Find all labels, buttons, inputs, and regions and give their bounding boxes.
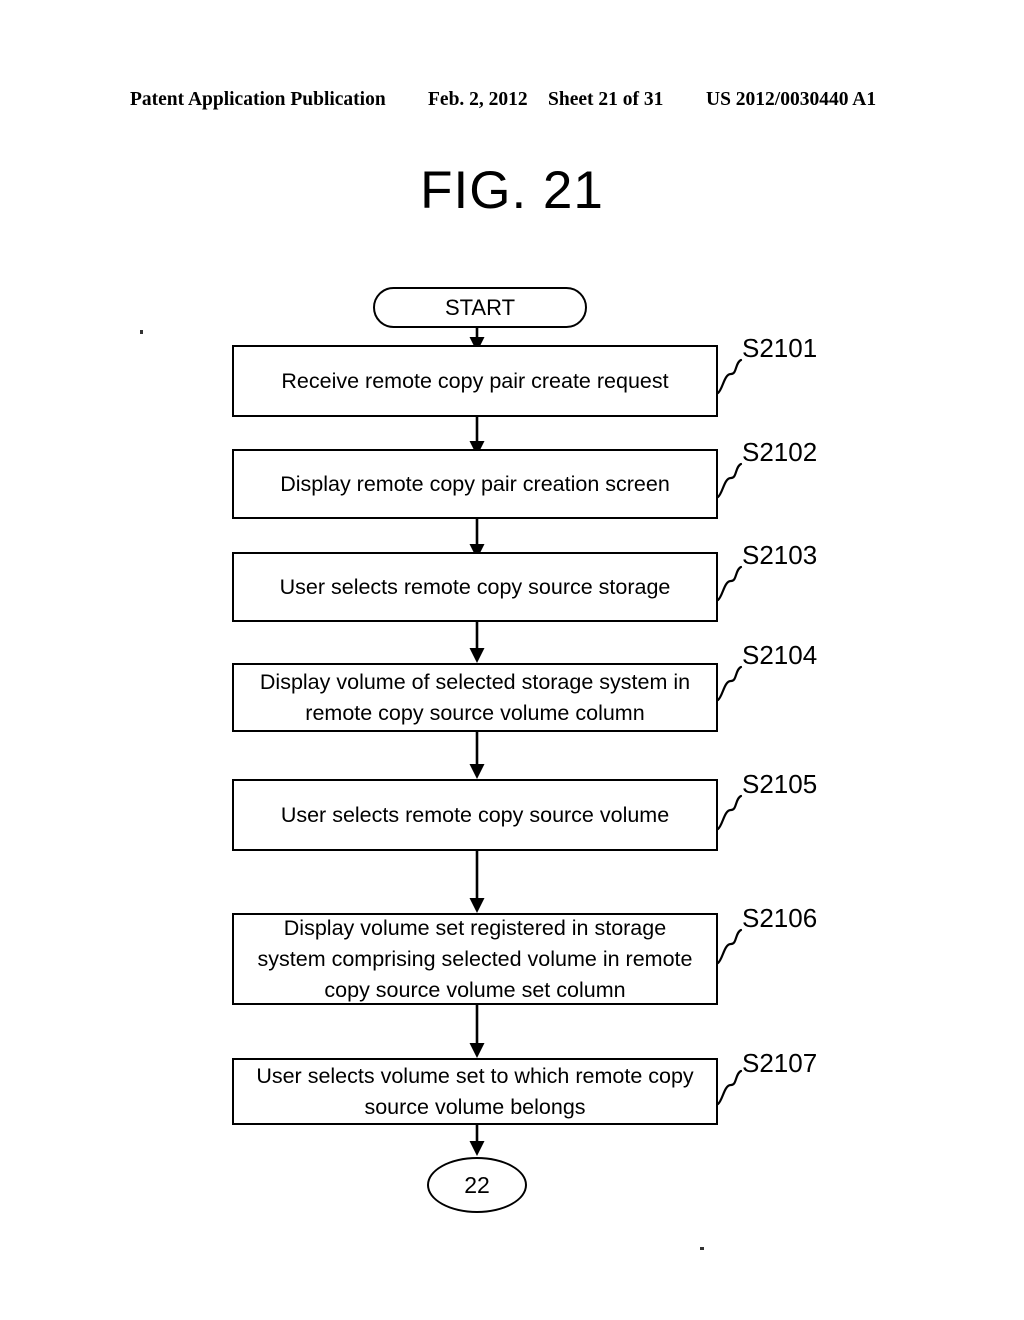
flow-step-id-s2103: S2103	[742, 540, 818, 570]
flow-step-text-s2104-line2: remote copy source volume column	[305, 700, 645, 725]
patent-figure-page: Patent Application Publication Feb. 2, 2…	[0, 0, 1024, 1320]
flow-step-text-s2106-line3: copy source volume set column	[324, 977, 626, 1002]
flow-step-box-s2105: User selects remote copy source volume	[232, 779, 718, 851]
flow-step-text-s2107-line1: User selects volume set to which remote …	[256, 1063, 694, 1088]
flow-step-box-s2101: Receive remote copy pair create request	[232, 345, 718, 417]
flow-step-id-s2102: S2102	[742, 437, 818, 467]
flow-step-text-s2102: Display remote copy pair creation screen	[280, 471, 670, 496]
flow-step-box-s2104: Display volume of selected storage syste…	[232, 663, 718, 732]
flowchart: START Receive remote copy pair create re…	[0, 0, 1024, 1320]
flow-step-box-s2106: Display volume set registered in storage…	[232, 913, 718, 1005]
flow-connector-end-22-label: 22	[464, 1171, 490, 1198]
flow-step-text-s2106-line2: system comprising selected volume in rem…	[257, 946, 693, 971]
flow-step-id-s2106: S2106	[742, 903, 818, 933]
flow-step-text-s2103: User selects remote copy source storage	[279, 574, 671, 599]
flow-terminal-start-label: START	[444, 294, 516, 320]
flow-step-id-s2101: S2101	[742, 333, 818, 363]
flow-connector-end-22: 22	[427, 1157, 527, 1213]
flow-step-box-s2103: User selects remote copy source storage	[232, 552, 718, 622]
flow-step-box-s2102: Display remote copy pair creation screen	[232, 449, 718, 519]
flow-step-id-s2104: S2104	[742, 640, 818, 670]
flow-step-box-s2107: User selects volume set to which remote …	[232, 1058, 718, 1125]
flow-step-id-s2105: S2105	[742, 769, 818, 799]
flow-step-text-s2104-line1: Display volume of selected storage syste…	[259, 669, 691, 694]
flow-terminal-start: START	[373, 287, 587, 328]
flow-step-text-s2105: User selects remote copy source volume	[280, 802, 670, 827]
flow-step-text-s2101: Receive remote copy pair create request	[281, 368, 669, 393]
flow-step-id-s2107: S2107	[742, 1048, 818, 1078]
flow-step-text-s2107-line2: source volume belongs	[364, 1094, 586, 1119]
flow-step-text-s2106-line1: Display volume set registered in storage	[283, 915, 667, 940]
